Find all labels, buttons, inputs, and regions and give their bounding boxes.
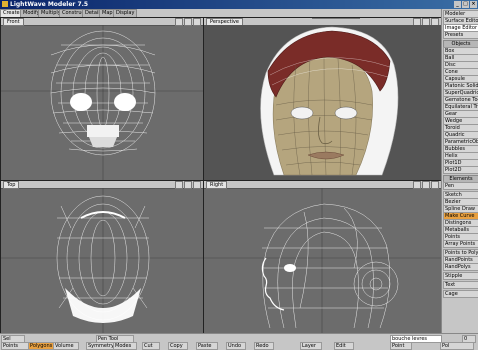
layer-button[interactable]: Layer [300,342,322,350]
pol-button[interactable]: Pol [440,342,474,350]
pen-button[interactable]: Pen [443,182,478,190]
minimize-icon[interactable]: _ [454,1,461,8]
array-points-button[interactable]: Array Points [443,240,478,248]
viewport-right[interactable]: Right [203,180,442,334]
edit-button[interactable]: Edit [334,342,354,350]
cage-button[interactable]: Cage [443,290,478,298]
modes-button[interactable]: Modes [113,342,137,350]
app-icon [2,1,8,7]
volume-mode-button[interactable]: Volume [53,342,79,350]
maximize-icon[interactable]: □ [462,1,469,8]
viewport-front[interactable]: Front [0,17,204,181]
right-wireframe [204,188,441,333]
point-button[interactable]: Point [390,342,412,350]
front-wireframe [1,25,203,180]
command-panel: Modeler Surface Editor Image Editor Pres… [441,9,478,333]
window-title: LightWave Modeler 7.5 [10,1,89,8]
window-titlebar: LightWave Modeler 7.5 _ □ × [0,0,478,9]
copy-button[interactable]: Copy [168,342,188,350]
paste-button[interactable]: Paste [196,342,218,350]
polygons-mode-button[interactable]: Polygons [28,342,54,350]
top-wireframe [1,188,203,333]
viewport-top[interactable]: Top [0,180,204,334]
stipple-button[interactable]: Stipple [443,272,478,280]
points-mode-button[interactable]: Points [1,342,29,350]
cut-button[interactable]: Cut [142,342,160,350]
perspective-shaded-head [204,25,441,180]
surface-name-field[interactable]: tete_cheveux_haut [312,18,360,19]
redo-button[interactable]: Redo [254,342,274,350]
text-button[interactable]: Text [443,281,478,289]
presets-button[interactable]: Presets [443,31,478,39]
plot2d-button[interactable]: Plot2D [443,166,478,174]
undo-button[interactable]: Undo [226,342,246,350]
symmetry-button[interactable]: Symmetry [86,342,114,350]
viewport-perspective[interactable]: Perspective tete_cheveux_haut [203,17,442,181]
window-controls: _ □ × [454,1,477,8]
close-icon[interactable]: × [470,1,477,8]
randpolys-button[interactable]: RandPolys [443,263,478,271]
counter-field: 0 [462,335,476,343]
status-bar: Sel Pen Tool bouche levres Points Polygo… [0,333,478,350]
